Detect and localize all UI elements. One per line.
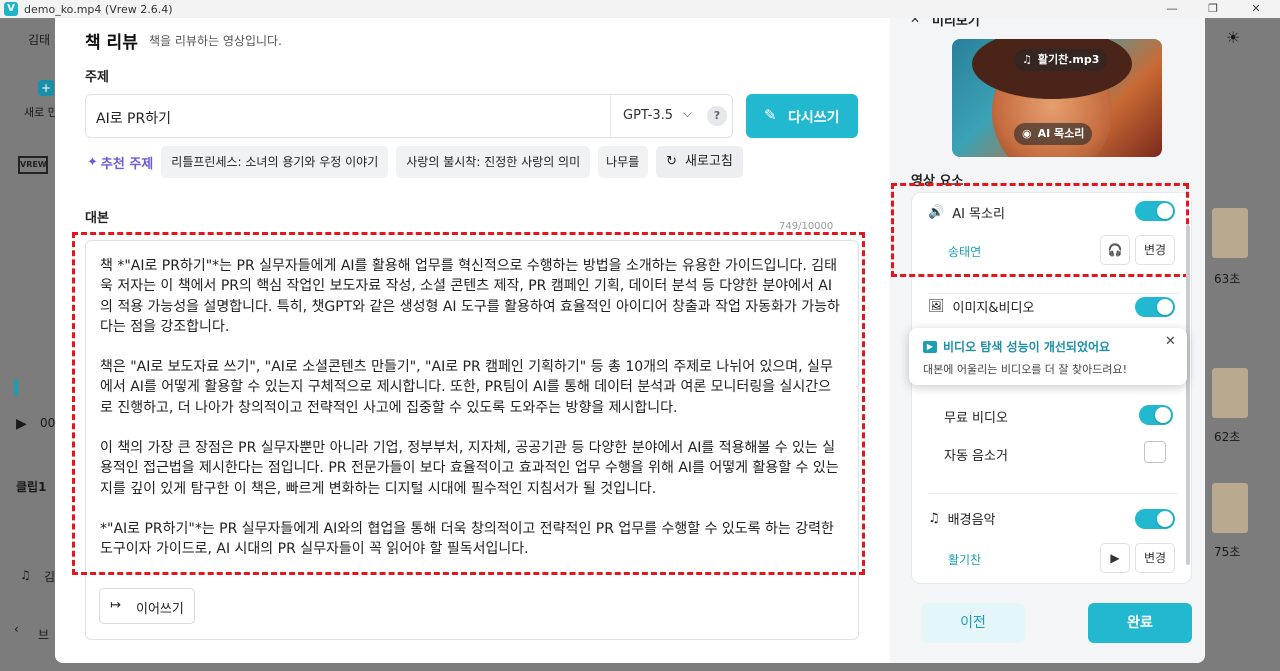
left-pane: 책 리뷰 책을 리뷰하는 영상입니다. 주제 AI로 PR하기 GPT-3.5 …: [55, 18, 890, 663]
model-value[interactable]: GPT-3.5: [623, 108, 673, 123]
thumbnail[interactable]: [1212, 483, 1248, 533]
prev-button[interactable]: 이전: [921, 603, 1025, 643]
thumbnail[interactable]: [1212, 208, 1248, 258]
bottom-label: 브: [38, 628, 50, 642]
close-preview-icon[interactable]: ✕: [910, 18, 920, 26]
recommend-row: ✦ 추천 주제 리틀프린세스: 소녀의 용기와 우정 이야기 사랑의 불시착: 진…: [85, 146, 743, 178]
window-titlebar: V demo_ko.mp4 (Vrew 2.6.4) — ❐ ✕: [0, 0, 1280, 18]
voice-icon: ◉: [1022, 127, 1032, 140]
auto-mute-label: 자동 음소거: [944, 449, 1008, 464]
divider: [928, 493, 1178, 494]
close-icon[interactable]: ✕: [1165, 334, 1176, 349]
preview-image: ♫ 활기찬.mp3 ◉ AI 목소리: [952, 39, 1162, 157]
help-icon[interactable]: ?: [707, 106, 727, 126]
window-title: demo_ko.mp4 (Vrew 2.6.4): [24, 2, 173, 16]
bgm-toggle[interactable]: [1135, 509, 1175, 529]
close-icon[interactable]: ✕: [1236, 0, 1276, 18]
script-label: 대본: [85, 211, 109, 226]
highlight-box: [891, 183, 1189, 277]
music-note-icon: ♫: [20, 568, 31, 582]
sparkle-icon: ✦: [87, 154, 98, 170]
scrollbar[interactable]: [1186, 225, 1190, 565]
clip-track-label: 김: [44, 570, 56, 584]
voice-pill: ◉ AI 목소리: [1014, 123, 1093, 145]
vrew-badge-icon: VREW: [18, 156, 48, 174]
modal-subtitle: 책을 리뷰하는 영상입니다.: [149, 34, 282, 48]
free-video-toggle[interactable]: [1139, 405, 1173, 425]
refresh-icon: ↻: [666, 154, 678, 169]
modal-title: 책 리뷰: [85, 33, 138, 53]
play-icon[interactable]: ▶: [1100, 543, 1130, 573]
duration-1: 63초: [1214, 272, 1241, 286]
topic-value[interactable]: AI로 PR하기: [96, 108, 171, 128]
magic-wand-icon: ✎: [764, 106, 777, 124]
bgm-title: ♫ 배경음악: [928, 511, 996, 528]
recommend-label: ✦ 추천 주제: [87, 154, 154, 172]
play-icon[interactable]: ▶: [16, 416, 27, 432]
model-select[interactable]: GPT-3.5 ⌵ ?: [610, 95, 733, 137]
duration-2: 62초: [1214, 430, 1241, 444]
playback-time: 00: [40, 416, 56, 430]
duration-3: 75초: [1214, 545, 1241, 559]
video-icon: ▶: [923, 340, 937, 353]
image-video-icon: 🖼: [928, 299, 945, 314]
topic-label: 주제: [85, 70, 109, 85]
tooltip-desc: 대본에 어울리는 비디오를 더 잘 찾아드려요!: [923, 363, 1128, 376]
divider: [928, 293, 1178, 294]
recommend-chip[interactable]: 리틀프린세스: 소녀의 용기와 우정 이야기: [161, 146, 389, 178]
restore-icon[interactable]: ❐: [1193, 0, 1233, 18]
user-name: 김태: [28, 33, 51, 47]
done-button[interactable]: 완료: [1088, 603, 1192, 643]
chevron-left-icon[interactable]: ‹: [14, 622, 19, 636]
preview-label: 미리보기: [932, 18, 980, 29]
recommend-chip[interactable]: 사랑의 불시착: 진정한 사랑의 의미: [396, 146, 591, 178]
tooltip-popup: ▶ 비디오 탐색 성능이 개선되었어요 대본에 어울리는 비디오를 더 잘 찾아드…: [909, 328, 1187, 385]
music-note-icon: ♫: [928, 511, 940, 526]
auto-mute-checkbox[interactable]: [1144, 441, 1166, 463]
refresh-button[interactable]: ↻ 새로고침: [656, 146, 743, 178]
recommend-chip[interactable]: 나무를: [598, 146, 649, 178]
tooltip-title: ▶ 비디오 탐색 성능이 개선되었어요: [923, 338, 1110, 355]
continue-label: 이어쓰기: [136, 602, 184, 617]
arrow-right-icon: ↦: [110, 598, 121, 613]
vrew-logo-icon: V: [4, 2, 18, 16]
new-project-label[interactable]: 새로 만: [24, 104, 58, 120]
clip-label: 클립1: [16, 480, 47, 494]
music-pill: ♫ 활기찬.mp3: [1014, 49, 1108, 71]
rewrite-button[interactable]: ✎ 다시쓰기: [746, 94, 858, 138]
free-video-label: 무료 비디오: [944, 411, 1008, 426]
bgm-change-button[interactable]: 변경: [1135, 543, 1175, 573]
rewrite-label: 다시쓰기: [788, 110, 840, 126]
sun-icon[interactable]: ☀: [1226, 28, 1240, 47]
bgm-track-link[interactable]: 활기찬: [948, 551, 981, 568]
progress-marker: [14, 380, 18, 396]
new-project-icon[interactable]: +: [38, 80, 54, 96]
chevron-down-icon[interactable]: ⌵: [683, 106, 692, 121]
music-note-icon: ♫: [1022, 53, 1032, 66]
minimize-icon[interactable]: —: [1152, 0, 1192, 18]
char-counter: 749/10000: [779, 221, 834, 232]
image-video-title: 🖼 이미지&비디오: [928, 299, 1035, 316]
topic-input[interactable]: AI로 PR하기 GPT-3.5 ⌵ ?: [85, 94, 733, 138]
thumbnail[interactable]: [1212, 368, 1248, 418]
continue-button[interactable]: ↦ 이어쓰기: [99, 588, 195, 624]
image-video-toggle[interactable]: [1135, 297, 1175, 317]
highlight-box: [72, 232, 865, 575]
